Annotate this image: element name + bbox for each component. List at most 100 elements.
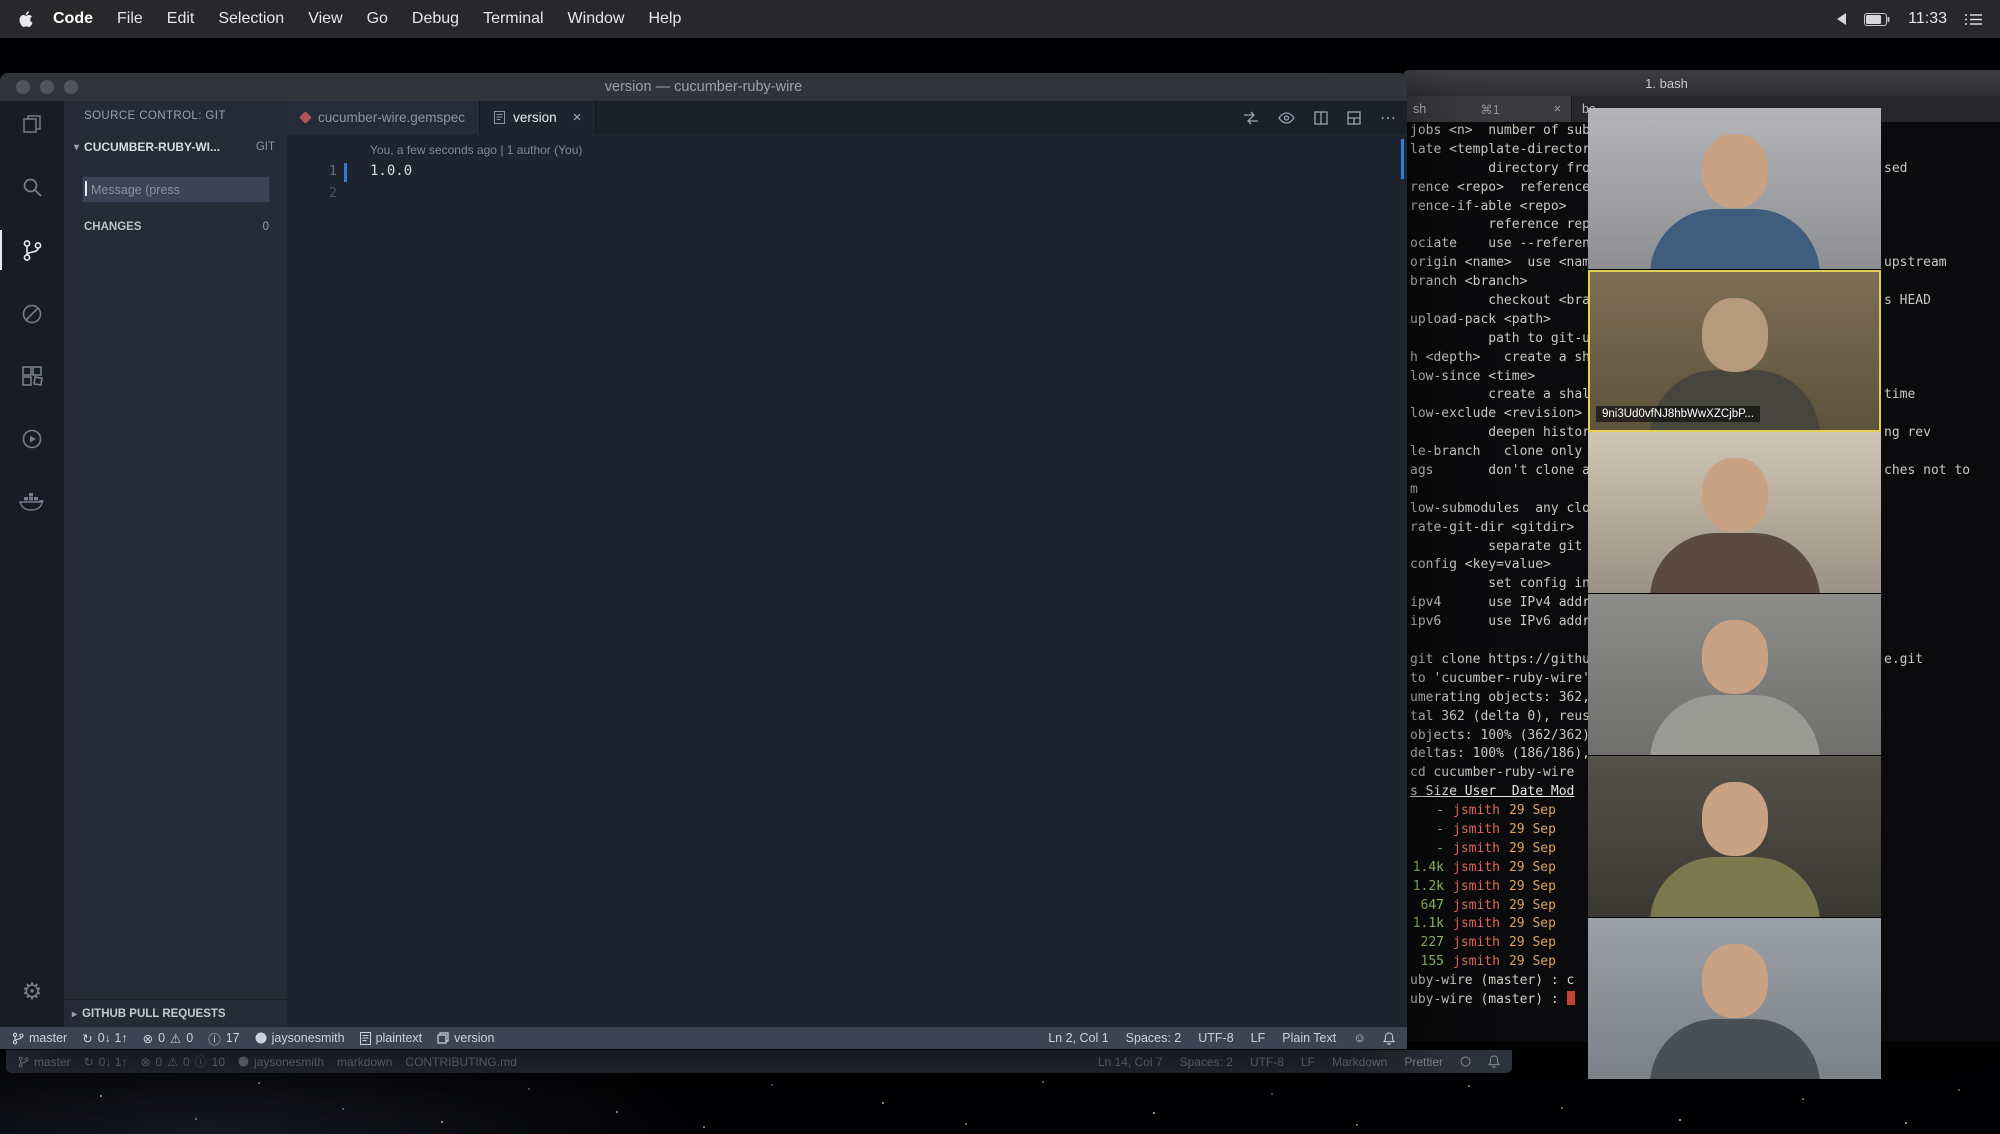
branch-status[interactable]: master — [18, 1055, 71, 1069]
menu-item[interactable]: Help — [636, 10, 693, 28]
view-status[interactable]: version — [437, 1031, 494, 1045]
close-tab-icon[interactable]: × — [573, 109, 582, 126]
indent-status[interactable]: Spaces: 2 — [1126, 1031, 1182, 1045]
language-status[interactable]: Plain Text — [1282, 1031, 1336, 1045]
menu-item-label: Terminal — [483, 10, 544, 27]
terminal-tab-label: sh — [1413, 102, 1427, 116]
source-control-icon[interactable] — [0, 230, 64, 270]
cursor-position-status[interactable]: Ln 2, Col 1 — [1048, 1031, 1108, 1045]
run-debug-icon[interactable] — [0, 419, 64, 459]
chevron-down-icon[interactable]: ▾ — [74, 142, 79, 153]
notifications-bell-icon[interactable] — [1383, 1031, 1395, 1045]
editor-layout-icon[interactable] — [1347, 110, 1361, 125]
feedback-smiley-icon[interactable]: ☺ — [1353, 1031, 1366, 1045]
eol-status[interactable]: LF — [1251, 1031, 1266, 1045]
participant-silhouette-head — [1701, 298, 1768, 372]
formatter-status[interactable]: Prettier — [1404, 1055, 1443, 1069]
problems-status[interactable]: ⊗ 0 ⚠ 0 ⓘ 10 — [140, 1053, 225, 1070]
tab-version[interactable]: version × — [480, 101, 597, 134]
menu-item[interactable]: File — [105, 10, 155, 28]
cursor-position-status[interactable]: Ln 14, Col 7 — [1098, 1055, 1163, 1069]
split-editor-icon[interactable] — [1314, 110, 1328, 125]
search-icon[interactable] — [0, 167, 64, 207]
participant-video-tile[interactable] — [1588, 756, 1881, 918]
tab-label: cucumber-wire.gemspec — [318, 110, 466, 125]
participant-video-tile[interactable] — [1588, 918, 1881, 1080]
minimize-button[interactable] — [40, 80, 54, 94]
language-status[interactable]: Markdown — [1332, 1055, 1387, 1069]
vscode-title-bar[interactable]: version — cucumber-ruby-wire — [0, 73, 1407, 101]
terminal-tab-close-icon[interactable]: × — [1554, 102, 1561, 116]
terminal-title-bar[interactable]: 1. bash — [1403, 70, 2000, 96]
more-actions-icon[interactable]: ⋯ — [1380, 108, 1397, 128]
terminal-cursor — [1566, 990, 1575, 1005]
notification-chevron-icon[interactable] — [1837, 13, 1847, 25]
battery-icon[interactable] — [1864, 12, 1890, 26]
extensions-icon[interactable] — [0, 356, 64, 396]
scm-provider-row[interactable]: ▾ CUCUMBER-RUBY-WI... GIT — [74, 140, 275, 154]
zoom-button[interactable] — [64, 80, 78, 94]
terminal-tab-bash[interactable]: sh ⌘1 × — [1403, 96, 1571, 122]
code-line-text: 1.0.0 — [370, 163, 413, 179]
menu-item[interactable]: Selection — [206, 10, 296, 28]
codelens-annotation[interactable]: You, a few seconds ago | 1 author (You) — [370, 143, 582, 157]
indent-status[interactable]: Spaces: 2 — [1180, 1055, 1233, 1069]
participant-video-tile[interactable] — [1588, 108, 1881, 270]
menu-item[interactable]: Terminal — [471, 10, 555, 28]
encoding-status[interactable]: UTF-8 — [1250, 1055, 1284, 1069]
tab-cucumber-wire-gemspec[interactable]: cucumber-wire.gemspec — [287, 101, 481, 134]
menu-item-label: Go — [366, 10, 388, 27]
source-control-sidebar: SOURCE CONTROL: GIT ▾ CUCUMBER-RUBY-WI..… — [64, 101, 287, 1027]
menu-item[interactable]: Go — [355, 10, 400, 28]
terminal-window-title: 1. bash — [1645, 75, 1688, 91]
encoding-status[interactable]: UTF-8 — [1198, 1031, 1233, 1045]
menu-item[interactable]: Edit — [155, 10, 207, 28]
menu-app-name[interactable]: Code — [41, 10, 105, 28]
participant-silhouette-body — [1649, 695, 1820, 755]
github-pull-requests-section[interactable]: ▸ GITHUB PULL REQUESTS — [64, 999, 287, 1028]
participant-video-tile[interactable] — [1588, 594, 1881, 756]
open-changes-icon[interactable] — [1243, 111, 1259, 125]
changes-section-header[interactable]: CHANGES 0 — [64, 215, 287, 239]
participant-silhouette-body — [1649, 533, 1820, 593]
scm-provider-name: CUCUMBER-RUBY-WI... — [84, 140, 221, 154]
scm-provider-badge: GIT — [255, 141, 275, 153]
branch-status[interactable]: master — [12, 1031, 67, 1045]
changes-label: CHANGES — [84, 221, 142, 233]
notifications-bell-icon[interactable] — [1488, 1055, 1500, 1068]
tab-label: version — [513, 110, 557, 125]
participant-video-tile[interactable]: 9ni3Ud0vfNJ8hbWwXZCjbP... — [1588, 270, 1881, 432]
participant-silhouette-body — [1649, 1019, 1820, 1079]
github-user-status[interactable]: jaysonesmith — [255, 1031, 345, 1045]
editor-tab-bar: cucumber-wire.gemspec version × — [287, 101, 1407, 134]
overview-ruler-change-marker — [1401, 139, 1404, 179]
menu-item[interactable]: View — [296, 10, 354, 28]
eol-status[interactable]: LF — [1301, 1055, 1315, 1069]
settings-gear-icon[interactable]: ⚙ — [0, 972, 64, 1012]
mode-status[interactable]: plaintext — [359, 1031, 422, 1045]
menu-item[interactable]: Debug — [400, 10, 471, 28]
apple-menu-icon[interactable] — [18, 10, 33, 28]
github-user-status[interactable]: jaysonesmith — [238, 1055, 324, 1069]
problems-status[interactable]: ⊗ 0 ⚠ 0 — [143, 1031, 194, 1046]
sync-status[interactable]: ↻ 0↓ 1↑ — [84, 1055, 128, 1069]
menu-item-label: Edit — [166, 10, 195, 27]
close-button[interactable] — [16, 80, 30, 94]
file-icon — [494, 111, 506, 124]
mode-status[interactable]: markdown — [337, 1055, 392, 1069]
info-status[interactable]: ⓘ 17 — [208, 1029, 239, 1048]
participant-video-tile[interactable] — [1588, 432, 1881, 594]
circle-slash-icon[interactable] — [0, 294, 64, 334]
participant-silhouette-head — [1701, 134, 1768, 208]
open-preview-icon[interactable] — [1278, 111, 1295, 124]
menu-bar-clock[interactable]: 11:33 — [1908, 10, 1947, 28]
file-status[interactable]: CONTRIBUTING.md — [405, 1055, 516, 1069]
status-circle-icon[interactable] — [1460, 1056, 1471, 1067]
participant-silhouette-head — [1701, 944, 1768, 1018]
sync-status[interactable]: ↻ 0↓ 1↑ — [82, 1031, 127, 1046]
commit-message-input[interactable] — [82, 176, 270, 203]
explorer-icon[interactable] — [0, 104, 64, 144]
menu-item[interactable]: Window — [556, 10, 637, 28]
docker-icon[interactable] — [0, 481, 64, 521]
menu-list-icon[interactable] — [1965, 13, 1982, 26]
